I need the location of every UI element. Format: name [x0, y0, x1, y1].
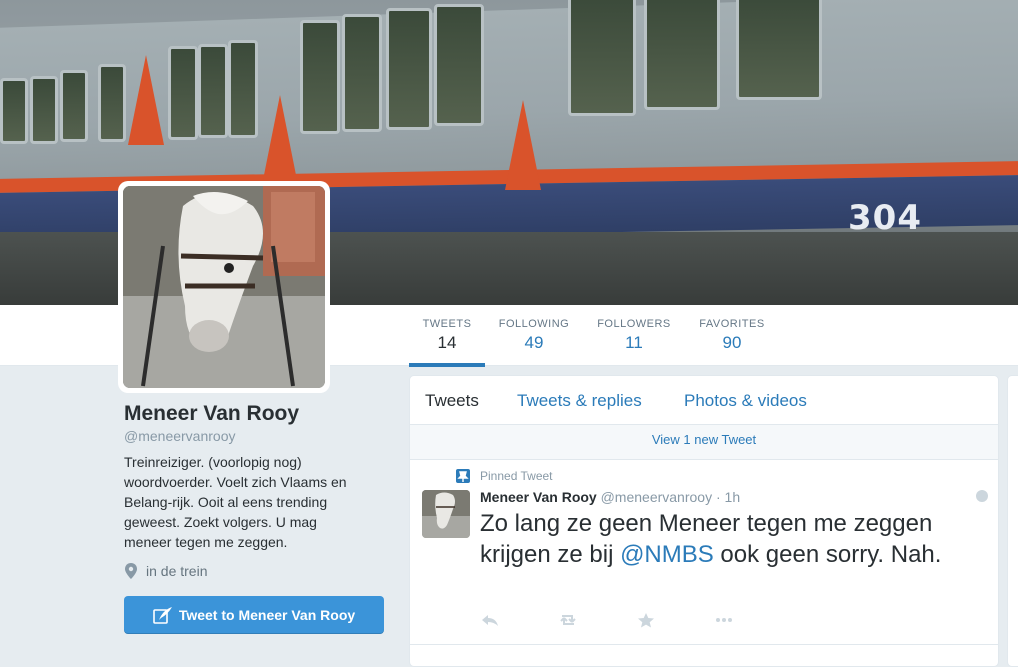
timeline: Tweets Tweets & replies Photos & videos …	[409, 375, 999, 667]
stat-label: FAVORITES	[699, 318, 765, 330]
profile-location: in de trein	[124, 563, 207, 579]
train-red-accent	[262, 95, 298, 185]
tweet-to-button[interactable]: Tweet to Meneer Van Rooy	[124, 596, 384, 634]
train-window	[98, 64, 126, 142]
tab-tweets[interactable]: Tweets	[425, 391, 479, 411]
tab-photos-videos[interactable]: Photos & videos	[684, 391, 807, 411]
stat-value: 14	[437, 333, 457, 352]
new-tweets-bar[interactable]: View 1 new Tweet	[410, 425, 998, 460]
train-window	[198, 44, 228, 138]
profile-name: Meneer Van Rooy	[124, 402, 300, 425]
tweet-to-label: Tweet to Meneer Van Rooy	[178, 607, 356, 623]
tweet-author-name[interactable]: Meneer Van Rooy	[480, 489, 597, 505]
train-red-accent	[505, 100, 541, 190]
stat-label: FOLLOWING	[498, 318, 570, 330]
horse-thumbnail	[422, 490, 470, 538]
train-window	[228, 40, 258, 138]
stat-following[interactable]: FOLLOWING 49	[496, 305, 572, 363]
more-icon[interactable]	[714, 612, 734, 628]
right-sidebar-card	[1007, 375, 1018, 667]
train-window	[30, 76, 58, 144]
train-number: 304	[848, 198, 922, 238]
train-window	[168, 46, 198, 140]
stat-value: 11	[625, 333, 643, 352]
train-window	[60, 70, 88, 142]
pin-icon	[456, 469, 470, 483]
pinned-indicator: Pinned Tweet	[456, 469, 553, 483]
tab-tweets-replies[interactable]: Tweets & replies	[517, 391, 642, 411]
stat-label: FOLLOWERS	[597, 318, 671, 330]
avatar-image	[123, 186, 325, 388]
stat-followers[interactable]: FOLLOWERS 11	[596, 305, 672, 363]
profile-bio: Treinreiziger. (voorlopig nog) woordvoer…	[124, 454, 347, 550]
quill-icon	[153, 607, 172, 624]
horse-illustration	[123, 186, 325, 388]
train-red-accent	[128, 55, 164, 145]
tweet-text: Zo lang ze geen Meneer tegen me zeggen k…	[480, 508, 980, 570]
location-text: in de trein	[146, 563, 208, 579]
pinned-label: Pinned Tweet	[480, 469, 553, 483]
train-window	[736, 0, 822, 100]
location-pin-icon	[125, 563, 137, 579]
retweet-icon[interactable]	[558, 612, 578, 628]
train-window	[434, 4, 484, 126]
caret-icon[interactable]	[976, 490, 988, 502]
tweet-header: Meneer Van Rooy @meneervanrooy · 1h	[480, 489, 740, 505]
train-window	[386, 8, 432, 130]
stat-tweets[interactable]: TWEETS 14	[409, 305, 485, 367]
stat-favorites[interactable]: FAVORITES 90	[694, 305, 770, 363]
tweet-separator: ·	[715, 489, 725, 505]
pinned-tweet[interactable]: Pinned Tweet Meneer Van Rooy @meneervanr…	[410, 460, 998, 645]
stat-value: 49	[524, 333, 544, 352]
timeline-tabs: Tweets Tweets & replies Photos & videos	[410, 376, 998, 425]
profile-handle[interactable]: @meneervanrooy	[124, 428, 236, 444]
tweet-avatar[interactable]	[422, 490, 470, 538]
train-window	[0, 78, 28, 144]
train-window	[300, 20, 340, 134]
train-window	[644, 0, 720, 110]
tweet-time[interactable]: 1h	[725, 489, 741, 505]
train-window	[568, 0, 636, 116]
train-window	[342, 14, 382, 132]
tweet-actions	[480, 612, 792, 628]
stat-label: TWEETS	[422, 318, 472, 330]
profile-avatar[interactable]	[118, 181, 330, 393]
tweet-mention[interactable]: @NMBS	[620, 541, 714, 568]
tweet-text-part: ook geen sorry. Nah.	[713, 541, 942, 568]
tweet-author-handle[interactable]: @meneervanrooy	[601, 489, 713, 505]
favorite-icon[interactable]	[636, 612, 656, 628]
stat-value: 90	[722, 333, 742, 352]
reply-icon[interactable]	[480, 612, 500, 628]
